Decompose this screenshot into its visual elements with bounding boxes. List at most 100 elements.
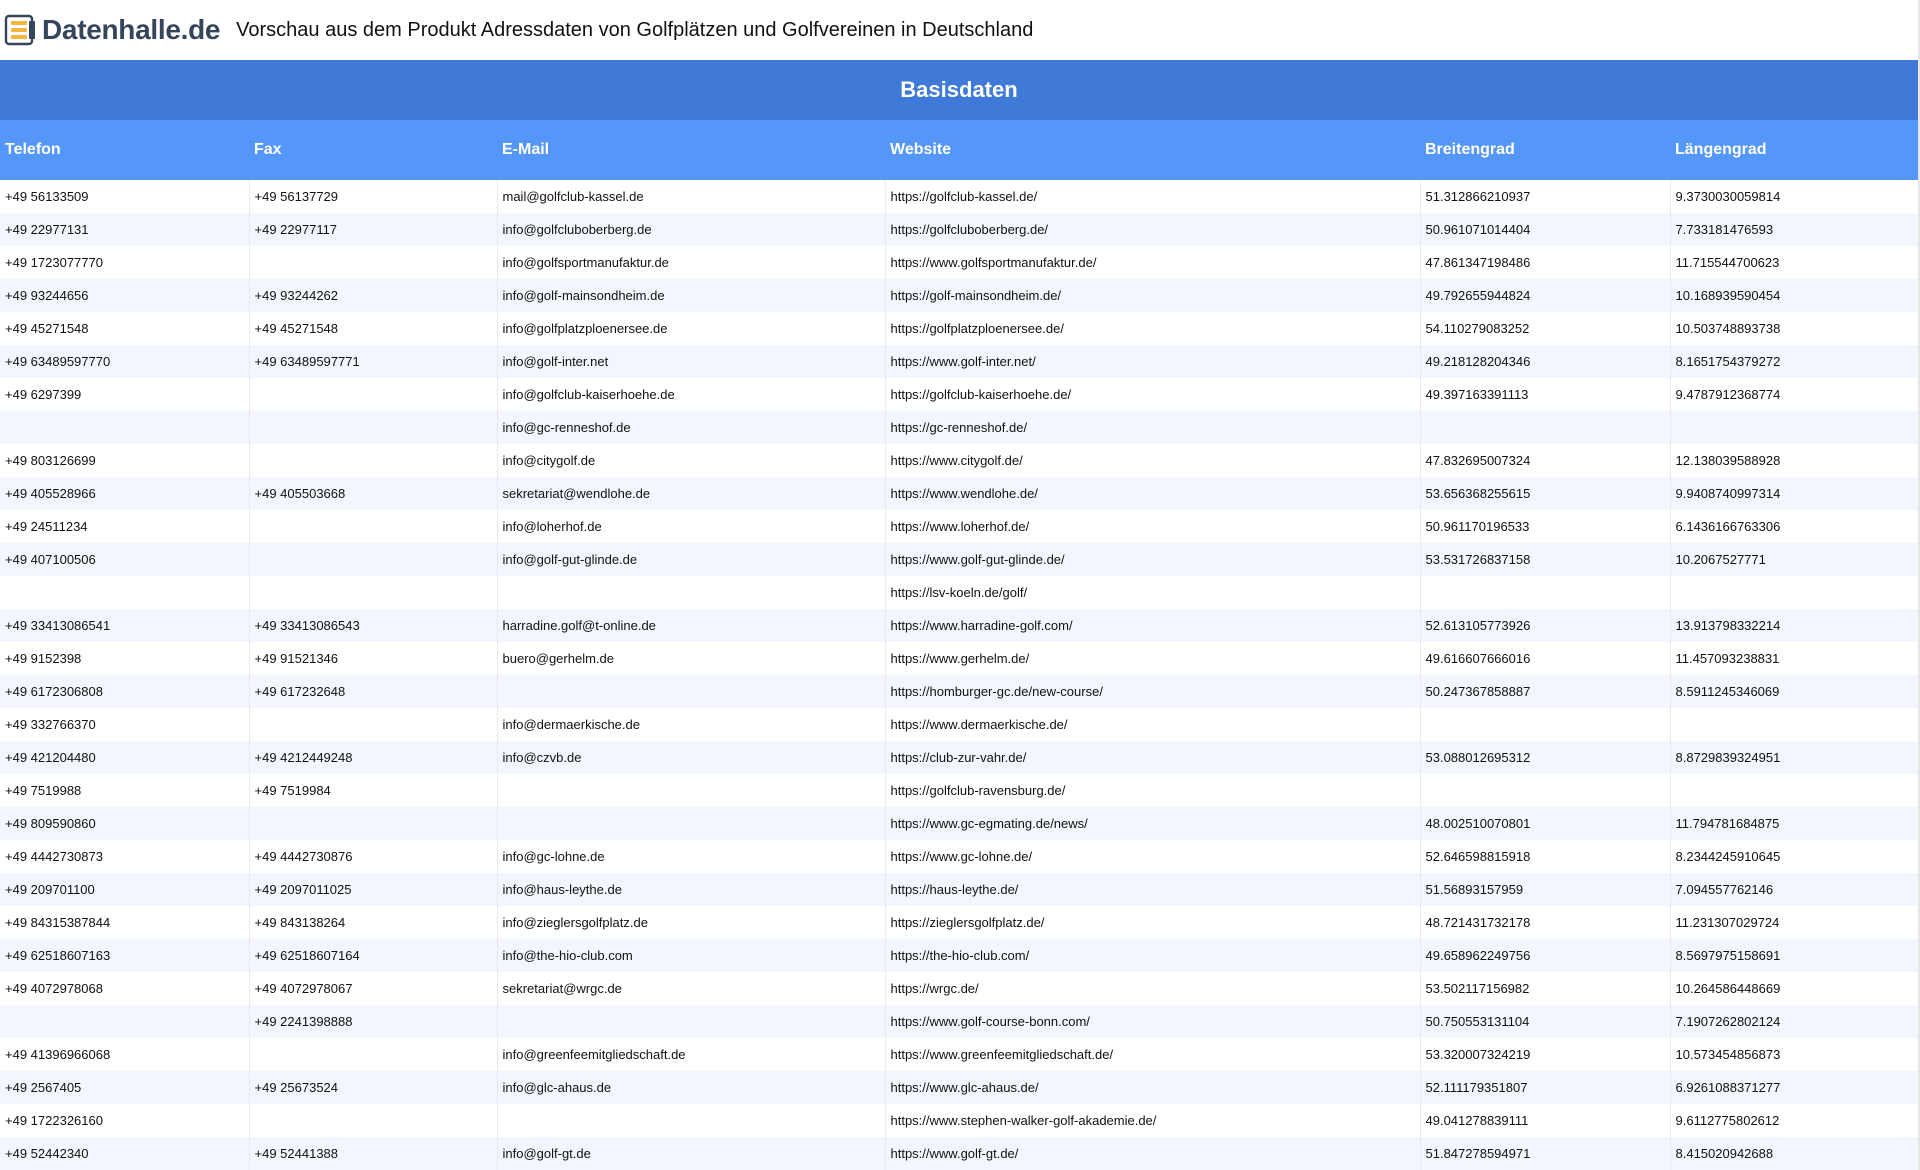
cell-laengengrad: 7.733181476593 [1670,213,1918,246]
cell-website: https://www.wendlohe.de/ [885,477,1421,510]
cell-breitengrad: 53.656368255615 [1420,477,1671,510]
column-header-breitengrad[interactable]: Breitengrad [1420,120,1670,180]
cell-laengengrad: 10.503748893738 [1670,312,1918,345]
cell-laengengrad: 8.5911245346069 [1670,675,1918,708]
cell-laengengrad: 6.1436166763306 [1670,510,1918,543]
cell-telefon: +49 9152398 [0,642,250,675]
cell-telefon: +49 407100506 [0,543,250,576]
table-row: +49 62518607163 +49 62518607164 info@the-h… [0,939,1918,972]
cell-website: https://golfclub-ravensburg.de/ [885,774,1421,807]
cell-fax [249,444,498,477]
cell-telefon: +49 22977131 [0,213,250,246]
cell-telefon: +49 93244656 [0,279,250,312]
cell-telefon: +49 405528966 [0,477,250,510]
cell-email: info@greenfeemitgliedschaft.de [497,1038,886,1071]
cell-fax: +49 843138264 [249,906,498,939]
cell-email: info@golfcluboberberg.de [497,213,886,246]
table-row: +49 6297399 info@golfclub-kaiserhoehe.de h… [0,378,1918,411]
cell-laengengrad: 11.794781684875 [1670,807,1918,840]
cell-fax: +49 63489597771 [249,345,498,378]
cell-email: info@zieglersgolfplatz.de [497,906,886,939]
cell-website: https://www.golfsportmanufaktur.de/ [885,246,1421,279]
cell-laengengrad: 7.094557762146 [1670,873,1918,906]
table-row: +49 9152398 +49 91521346 buero@gerhelm.de h… [0,642,1918,675]
cell-breitengrad: 52.646598815918 [1420,840,1671,873]
table-row: +49 7519988 +49 7519984 https://golfclub-r… [0,774,1918,807]
cell-email: sekretariat@wrgc.de [497,972,886,1005]
cell-email: info@golf-gt.de [497,1137,886,1170]
cell-fax [249,1038,498,1071]
cell-laengengrad [1670,576,1918,609]
table-row: +49 84315387844 +49 843138264 info@ziegler… [0,906,1918,939]
cell-website: https://www.golf-course-bonn.com/ [885,1005,1421,1038]
table-row: +49 63489597770 +49 63489597771 info@golf-… [0,345,1918,378]
cell-fax: +49 2097011025 [249,873,498,906]
column-header-telefon[interactable]: Telefon [0,120,249,180]
cell-laengengrad: 9.6112775802612 [1670,1104,1918,1137]
cell-website: https://www.golf-gt.de/ [885,1137,1421,1170]
cell-email [497,675,886,708]
cell-laengengrad: 7.1907262802124 [1670,1005,1918,1038]
brand-logo[interactable]: Datenhalle.de [4,0,220,60]
cell-laengengrad: 11.715544700623 [1670,246,1918,279]
cell-website: https://www.gc-lohne.de/ [885,840,1421,873]
column-header-fax[interactable]: Fax [249,120,497,180]
cell-telefon: +49 4072978068 [0,972,250,1005]
cell-telefon: +49 52442340 [0,1137,250,1170]
column-header-laengengrad[interactable]: Längengrad [1670,120,1918,180]
cell-website: https://golf-mainsondheim.de/ [885,279,1421,312]
table-row: +49 4072978068 +49 4072978067 sekretariat@… [0,972,1918,1005]
cell-website: https://club-zur-vahr.de/ [885,741,1421,774]
cell-laengengrad: 8.2344245910645 [1670,840,1918,873]
cell-email: info@golfsportmanufaktur.de [497,246,886,279]
cell-email [497,1005,886,1038]
cell-telefon [0,1005,250,1038]
cell-website: https://www.greenfeemitgliedschaft.de/ [885,1038,1421,1071]
cell-telefon: +49 803126699 [0,444,250,477]
table-row: +49 803126699 info@citygolf.de https://www… [0,444,1918,477]
cell-email: info@glc-ahaus.de [497,1071,886,1104]
database-stack-icon [4,14,35,46]
cell-telefon: +49 2567405 [0,1071,250,1104]
cell-website: https://lsv-koeln.de/golf/ [885,576,1421,609]
table-row: +49 405528966 +49 405503668 sekretariat@we… [0,477,1918,510]
cell-laengengrad [1670,708,1918,741]
cell-website: https://zieglersgolfplatz.de/ [885,906,1421,939]
cell-laengengrad: 8.8729839324951 [1670,741,1918,774]
cell-breitengrad: 49.658962249756 [1420,939,1671,972]
column-header-email[interactable]: E-Mail [497,120,885,180]
cell-telefon: +49 1722326160 [0,1104,250,1137]
cell-website: https://www.harradine-golf.com/ [885,609,1421,642]
cell-email: info@golf-inter.net [497,345,886,378]
cell-breitengrad: 50.961170196533 [1420,510,1671,543]
cell-email: info@loherhof.de [497,510,886,543]
cell-website: https://gc-renneshof.de/ [885,411,1421,444]
cell-fax: +49 7519984 [249,774,498,807]
cell-breitengrad [1420,411,1671,444]
cell-email [497,774,886,807]
cell-website: https://www.golf-gut-glinde.de/ [885,543,1421,576]
table-row: +49 24511234 info@loherhof.de https://www.… [0,510,1918,543]
cell-breitengrad: 52.613105773926 [1420,609,1671,642]
column-header-website[interactable]: Website [885,120,1420,180]
cell-telefon: +49 6297399 [0,378,250,411]
cell-email [497,576,886,609]
cell-fax: +49 91521346 [249,642,498,675]
cell-breitengrad: 49.616607666016 [1420,642,1671,675]
cell-website: https://homburger-gc.de/new-course/ [885,675,1421,708]
cell-breitengrad: 49.397163391113 [1420,378,1671,411]
cell-telefon: +49 56133509 [0,180,250,213]
cell-telefon: +49 24511234 [0,510,250,543]
cell-email [497,1104,886,1137]
cell-laengengrad [1670,411,1918,444]
cell-email: buero@gerhelm.de [497,642,886,675]
cell-laengengrad: 10.2067527771 [1670,543,1918,576]
cell-email: info@czvb.de [497,741,886,774]
cell-website: https://haus-leythe.de/ [885,873,1421,906]
table-row: +49 45271548 +49 45271548 info@golfplatzpl… [0,312,1918,345]
cell-breitengrad: 53.320007324219 [1420,1038,1671,1071]
cell-laengengrad: 11.231307029724 [1670,906,1918,939]
cell-telefon: +49 63489597770 [0,345,250,378]
cell-fax [249,378,498,411]
cell-fax: +49 405503668 [249,477,498,510]
